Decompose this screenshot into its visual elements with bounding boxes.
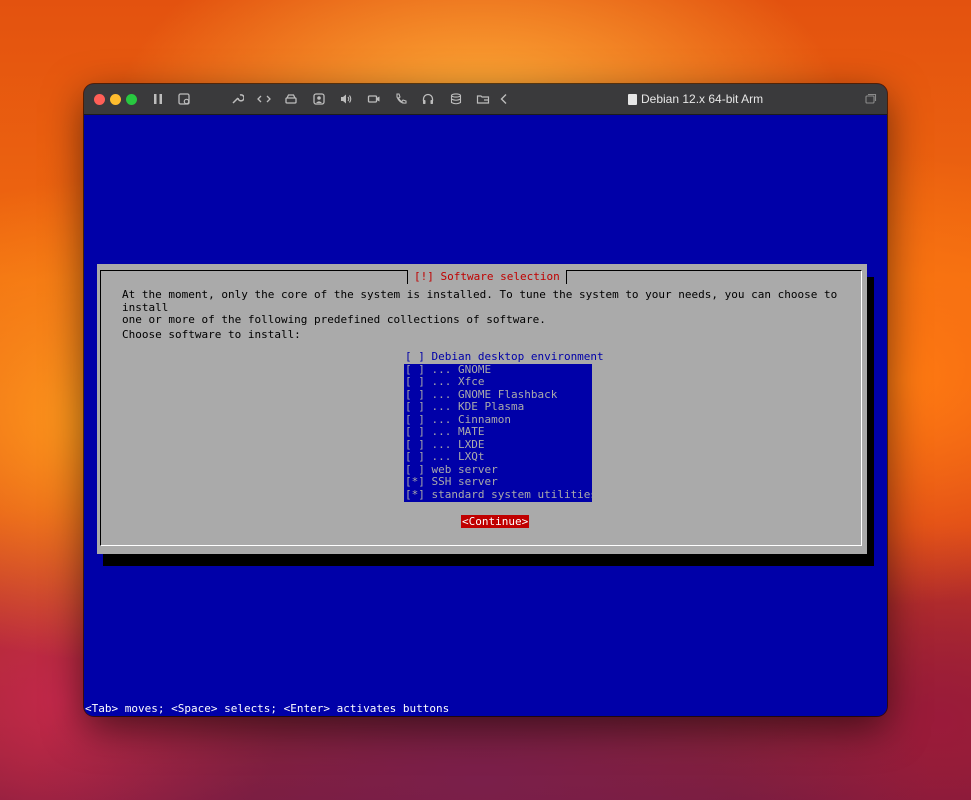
phone-icon[interactable] [393, 91, 409, 107]
code-icon[interactable] [256, 91, 272, 107]
volume-icon[interactable] [338, 91, 354, 107]
window-title-text: Debian 12.x 64-bit Arm [641, 92, 764, 106]
software-listbox[interactable]: [ ] Debian desktop environment [ ] ... G… [404, 350, 604, 502]
back-chevron-icon[interactable] [496, 91, 512, 107]
intro-line-1: At the moment, only the core of the syst… [122, 288, 844, 314]
software-item-mate[interactable]: [ ] ... MATE [404, 426, 592, 439]
document-icon [628, 93, 637, 105]
software-item-standard-utilities[interactable]: [*] standard system utilities [404, 488, 597, 502]
software-selection-dialog: [!] Software selection At the moment, on… [97, 264, 867, 554]
software-item-debian-desktop[interactable]: [ ] Debian desktop environment [404, 350, 604, 364]
snapshot-icon[interactable] [176, 91, 192, 107]
fullscreen-icon[interactable] [862, 91, 878, 107]
vm-window: Debian 12.x 64-bit Arm [!] Software sele… [84, 84, 887, 716]
shared-folder-icon[interactable] [475, 91, 491, 107]
camera-icon[interactable] [366, 91, 382, 107]
storage-icon[interactable] [448, 91, 464, 107]
intro-text: At the moment, only the core of the syst… [122, 288, 862, 327]
software-item-kde-plasma[interactable]: [ ] ... KDE Plasma [404, 401, 592, 414]
settings-wrench-icon[interactable] [229, 91, 245, 107]
maximize-window-button[interactable] [126, 94, 137, 105]
choose-software-prompt: Choose software to install: [122, 328, 301, 341]
window-title: Debian 12.x 64-bit Arm [628, 84, 763, 114]
minimize-window-button[interactable] [110, 94, 121, 105]
disk-icon[interactable] [283, 91, 299, 107]
dialog-title: [!] Software selection [407, 270, 567, 284]
user-account-icon[interactable] [311, 91, 327, 107]
software-item-xfce[interactable]: [ ] ... Xfce [404, 376, 592, 389]
window-titlebar: Debian 12.x 64-bit Arm [84, 84, 887, 115]
close-window-button[interactable] [94, 94, 105, 105]
pause-icon[interactable] [150, 91, 166, 107]
headphones-icon[interactable] [420, 91, 436, 107]
intro-line-2: one or more of the following predefined … [122, 313, 546, 326]
keyboard-help-footer: <Tab> moves; <Space> selects; <Enter> ac… [85, 702, 450, 715]
vm-console-screen[interactable]: [!] Software selection At the moment, on… [84, 115, 887, 716]
continue-button[interactable]: <Continue> [461, 515, 530, 528]
